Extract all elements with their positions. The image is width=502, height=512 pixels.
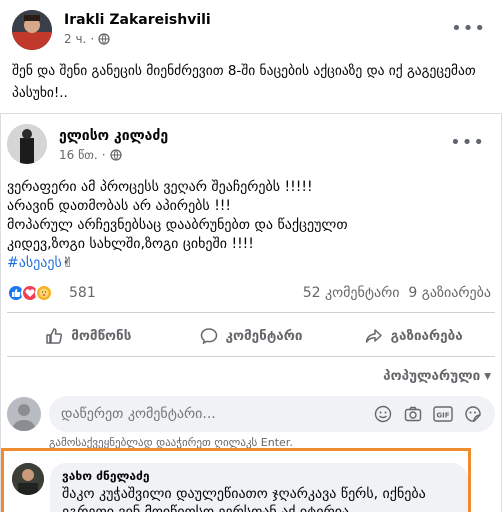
avatar-image	[7, 397, 41, 431]
share-label: გაზიარება	[390, 328, 463, 344]
shared-post-author[interactable]: ელისო კილაძე	[59, 128, 168, 144]
reaction-icons[interactable]	[7, 284, 53, 302]
hashtag-line: #ასეაეს✌	[7, 254, 495, 273]
care-reaction-icon	[35, 284, 53, 302]
comment-label: კომენტარი	[225, 328, 303, 344]
share-button[interactable]: გაზიარება	[332, 318, 495, 354]
text-line: ვერაფერი ამ პროცესს ვეღარ შეაჩერებს !!!!…	[7, 179, 313, 195]
share-icon	[365, 329, 382, 343]
chevron-down-icon: ▾	[484, 368, 491, 384]
comment-composer: GIF	[7, 396, 495, 432]
composer-tools: GIF	[373, 404, 483, 424]
avatar-image	[12, 10, 52, 50]
post-time[interactable]: 2 ч.	[64, 32, 86, 46]
more-options-icon[interactable]: •••	[451, 18, 486, 39]
comments-count[interactable]: 52 კომენტარი	[303, 285, 400, 301]
emoji-icon[interactable]	[373, 404, 393, 424]
shared-post: ელისო კილაძე 16 წთ. · ••• ვერაფერი ამ პრ…	[0, 113, 502, 512]
gif-icon[interactable]: GIF	[433, 404, 453, 424]
reaction-count[interactable]: 581	[69, 285, 96, 301]
highlighted-comment-box: ვახო ძნელაძე შაკო კუჭაშვილი დაულეწიათო ჯ…	[1, 448, 471, 512]
avatar[interactable]	[7, 397, 41, 431]
avatar-image	[12, 463, 44, 495]
post-card: Irakli Zakareishvili 2 ч. · ••• შენ და შ…	[0, 0, 502, 512]
thumbs-up-icon	[46, 328, 63, 344]
text-line: არავინ დათმობას არ აპირებს !!!	[7, 198, 232, 214]
like-button[interactable]: მომწონს	[7, 318, 170, 354]
post-text: შენ და შენი განეცის მიენძრევით 8-ში ნაცე…	[12, 63, 476, 101]
divider	[7, 356, 495, 357]
camera-icon[interactable]	[403, 404, 423, 424]
globe-icon	[109, 149, 122, 161]
sticker-icon[interactable]	[463, 404, 483, 424]
svg-text:GIF: GIF	[436, 412, 449, 420]
comment-author[interactable]: ვახო ძნელაძე	[62, 469, 456, 483]
divider	[7, 312, 495, 313]
post-author[interactable]: Irakli Zakareishvili	[64, 12, 211, 28]
text-line: მოპარულ არჩევნებსაც დააბრუნებთ და წაქცეუ…	[7, 217, 348, 233]
reactions-summary: 581 52 კომენტარი 9 გაზიარება	[7, 284, 495, 304]
post-meta: 2 ч. ·	[64, 32, 110, 46]
avatar[interactable]	[12, 10, 52, 50]
more-options-icon[interactable]: •••	[450, 132, 485, 153]
avatar-image	[7, 124, 47, 164]
shared-post-text: ვერაფერი ამ პროცესს ვეღარ შეაჩერებს !!!!…	[7, 178, 495, 273]
comment-sort-dropdown[interactable]: პოპულარული ▾	[383, 368, 491, 384]
shared-post-meta: 16 წთ. ·	[59, 148, 122, 162]
sort-label: პოპულარული	[383, 368, 481, 384]
shared-post-header: ელისო კილაძე 16 წთ. · •••	[7, 124, 495, 164]
avatar[interactable]	[12, 463, 44, 495]
victory-emoji: ✌	[61, 255, 74, 271]
text-line: კიდევ,ზოგი სახლში,ზოგი ციხეში !!!!	[7, 236, 254, 252]
post-header: Irakli Zakareishvili 2 ч. · •••	[12, 10, 490, 50]
avatar[interactable]	[7, 124, 47, 164]
post-actions: მომწონს კომენტარი გაზიარება	[7, 318, 495, 354]
comments-shares-count: 52 კომენტარი 9 გაზიარება	[303, 285, 491, 301]
globe-icon	[98, 33, 110, 45]
comment-text: შაკო კუჭაშვილი დაულეწიათო ჯღარკავა წერს,…	[62, 486, 426, 512]
comment-bubble: ვახო ძნელაძე შაკო კუჭაშვილი დაულეწიათო ჯ…	[50, 463, 468, 512]
shared-post-time[interactable]: 16 წთ.	[59, 148, 98, 162]
comment-button[interactable]: კომენტარი	[170, 318, 333, 354]
shares-count[interactable]: 9 გაზიარება	[408, 285, 491, 301]
comment-icon	[200, 328, 217, 345]
like-label: მომწონს	[71, 328, 132, 344]
hashtag-link[interactable]: #ასეაეს	[7, 255, 62, 271]
